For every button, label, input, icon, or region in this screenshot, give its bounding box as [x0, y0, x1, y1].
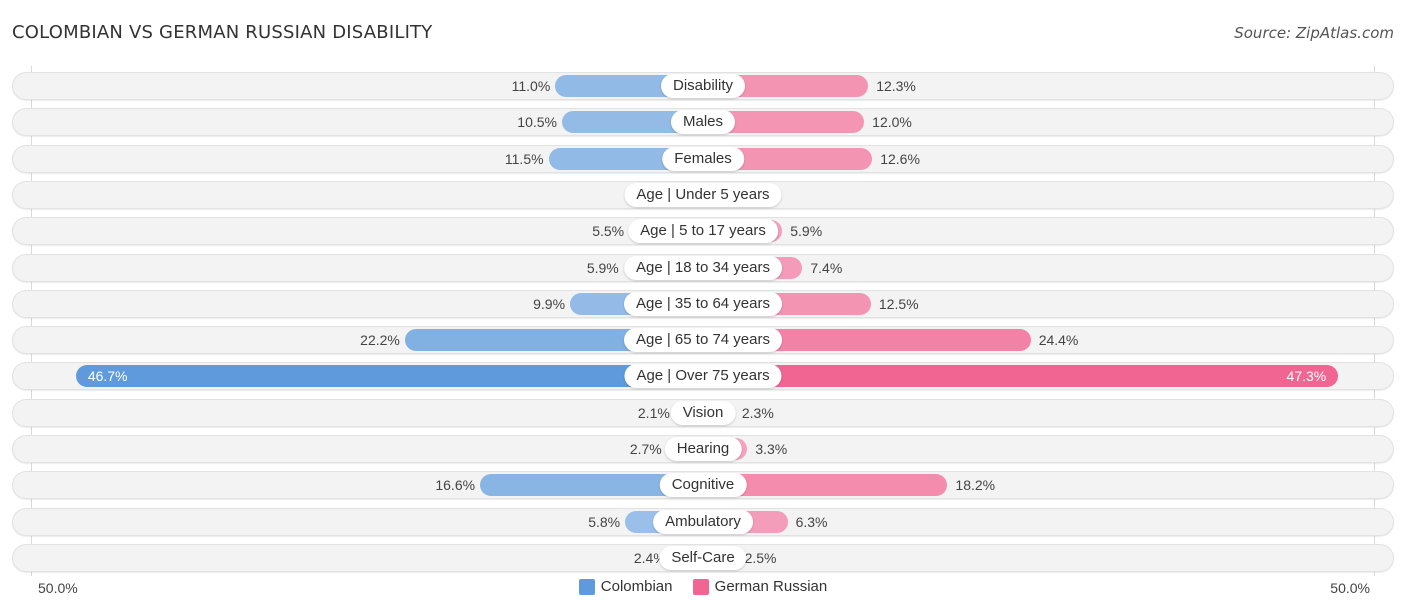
category-label: Age | 35 to 64 years — [624, 291, 782, 316]
value-label-colombian: 16.6% — [435, 477, 476, 494]
value-label-german-russian: 7.4% — [810, 259, 843, 276]
chart-row: 16.6% 18.2% Cognitive — [12, 471, 1394, 500]
category-label: Ambulatory — [653, 509, 753, 534]
chart-row: 11.0% 12.3% Disability — [12, 72, 1394, 100]
category-label: Males — [670, 110, 736, 135]
category-label: Age | 18 to 34 years — [624, 255, 782, 280]
chart-row: 5.8% 6.3% Ambulatory — [12, 507, 1394, 536]
category-label: Hearing — [664, 437, 742, 461]
gridline-left — [31, 66, 32, 576]
value-label-german-russian: 24.4% — [1038, 332, 1079, 349]
value-label-german-russian: 12.6% — [880, 150, 920, 167]
chart-row: 2.4% 2.5% Self-Care — [12, 543, 1394, 572]
value-label-german-russian: 12.3% — [876, 78, 916, 94]
source-label: Source: ZipAtlas.com — [1234, 24, 1394, 42]
value-label-colombian: 9.9% — [533, 295, 566, 312]
value-label-german-russian: 18.2% — [955, 477, 996, 494]
legend: Colombian German Russian — [0, 578, 1406, 599]
category-label: Vision — [670, 400, 736, 425]
value-label-colombian: 5.8% — [588, 513, 621, 530]
category-label: Age | Under 5 years — [624, 182, 782, 207]
legend-label-german-russian: German Russian — [714, 578, 828, 595]
value-label-colombian: 2.7% — [629, 441, 662, 457]
chart-row: 11.5% 12.6% Females — [12, 144, 1394, 173]
category-label: Cognitive — [659, 473, 747, 498]
category-label: Self-Care — [659, 545, 747, 570]
category-label: Age | Over 75 years — [624, 364, 782, 389]
value-label-colombian: 46.7% — [87, 368, 128, 385]
chart-row: 9.9% 12.5% Age | 35 to 64 years — [12, 289, 1394, 318]
value-label-german-russian: 12.5% — [878, 295, 919, 312]
value-label-colombian: 11.5% — [504, 150, 544, 167]
legend-swatch-colombian — [578, 578, 595, 595]
chart-row: 46.7% 47.3% Age | Over 75 years — [12, 362, 1394, 391]
value-label-colombian: 2.1% — [637, 404, 670, 421]
category-label: Age | 65 to 74 years — [624, 328, 782, 353]
value-label-german-russian: 47.3% — [1286, 368, 1327, 385]
value-label-colombian: 5.5% — [592, 223, 625, 240]
legend-item-german-russian[interactable]: German Russian — [692, 578, 828, 595]
legend-swatch-german-russian — [692, 578, 709, 595]
category-label: Disability — [660, 74, 746, 98]
chart-row: 10.5% 12.0% Males — [12, 108, 1394, 137]
value-label-colombian: 5.9% — [586, 259, 619, 276]
value-label-german-russian: 6.3% — [795, 513, 828, 530]
legend-label-colombian: Colombian — [600, 578, 673, 595]
value-label-colombian: 22.2% — [360, 332, 400, 349]
bar-colombian[interactable] — [75, 365, 703, 388]
chart-title: COLOMBIAN VS GERMAN RUSSIAN DISABILITY — [12, 22, 433, 43]
chart-row: 5.5% 5.9% Age | 5 to 17 years — [12, 217, 1394, 246]
chart-row: 1.2%1.6%Age | Under 5 years — [12, 180, 1394, 209]
value-label-colombian: 10.5% — [517, 114, 557, 131]
legend-item-colombian[interactable]: Colombian — [578, 578, 673, 595]
value-label-colombian: 11.0% — [511, 78, 551, 94]
chart-row: 5.9% 7.4% Age | 18 to 34 years — [12, 253, 1394, 282]
gridline-right — [1374, 66, 1375, 576]
category-label: Age | 5 to 17 years — [628, 219, 778, 244]
bar-german-russian[interactable] — [703, 365, 1339, 388]
chart-row: 2.1% 2.3% Vision — [12, 398, 1394, 427]
value-label-german-russian: 12.0% — [872, 114, 912, 131]
category-label: Females — [662, 146, 744, 171]
chart-row: 22.2% 24.4% Age | 65 to 74 years — [12, 326, 1394, 355]
value-label-german-russian: 2.3% — [741, 404, 774, 421]
value-label-german-russian: 5.9% — [790, 223, 823, 240]
value-label-german-russian: 2.5% — [744, 549, 777, 566]
value-label-german-russian: 3.3% — [755, 441, 788, 457]
chart-row: 2.7% 3.3% Hearing — [12, 435, 1394, 463]
